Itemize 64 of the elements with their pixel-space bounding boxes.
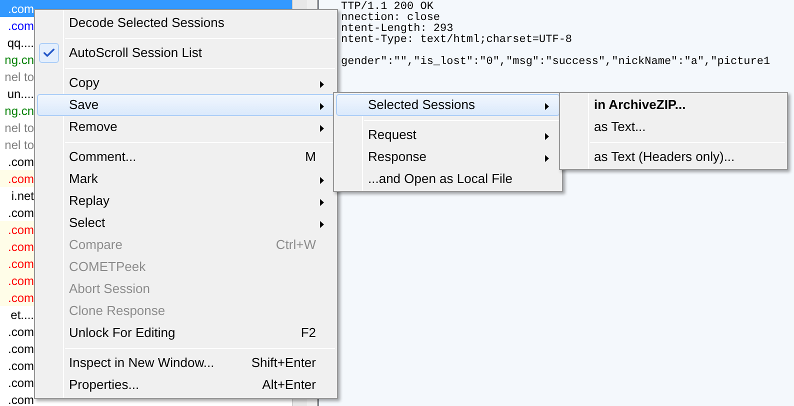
shortcut-label: M (305, 148, 316, 166)
menu-item-label: Inspect in New Window... (69, 354, 216, 372)
menu-item[interactable]: Replay (37, 190, 335, 212)
host-cell-text: .com (6, 290, 34, 306)
menu-item-label: Copy (69, 74, 100, 92)
menu-item[interactable]: Unlock For Editing F2 (37, 322, 335, 344)
menu-item-label: Decode Selected Sessions (69, 14, 226, 32)
menu-item[interactable]: ...and Open as Local File (336, 168, 560, 190)
menu-item-label: Response (368, 148, 428, 166)
host-cell-text: .com (6, 204, 34, 222)
menu-item[interactable]: AutoScroll Session List (37, 42, 335, 64)
menu-item-label: AutoScroll Session List (69, 44, 203, 62)
menu-item-label: Select (69, 214, 106, 232)
shortcut-label: Ctrl+W (276, 236, 316, 254)
menu-item-label: as Text (Headers only)... (594, 148, 736, 166)
menu-item-label: Remove (69, 118, 118, 136)
menu-item[interactable]: Properties... Alt+Enter (37, 374, 335, 396)
menu-item-label: Unlock For Editing (69, 324, 176, 342)
menu-item-label: Comment... (69, 148, 138, 166)
menu-item-label: ...and Open as Local File (368, 170, 514, 188)
shortcut-label: Shift+Enter (251, 354, 316, 372)
shortcut-label: Alt+Enter (262, 376, 316, 394)
menu-item-label: Clone Response (69, 302, 166, 320)
menu-item-label: Mark (69, 170, 99, 188)
menu-item-label: Request (368, 126, 418, 144)
host-cell-text: qq.... (6, 34, 34, 52)
host-cell-text: .com (6, 238, 34, 256)
shortcut-label: F2 (300, 324, 316, 342)
host-cell-text: un.... (6, 86, 34, 102)
response-header-line: ntent-Length: 293 (341, 24, 454, 35)
host-cell-text: .com (6, 256, 34, 272)
menu-item-label: Selected Sessions (368, 96, 476, 114)
menu-item-label: Properties... (69, 376, 140, 394)
menu-item[interactable]: Request (336, 124, 560, 146)
response-header-line: ntent-Type: text/html;charset=UTF-8 (341, 35, 572, 46)
menu-item[interactable]: Copy (37, 72, 335, 94)
menu-item[interactable]: Select (37, 212, 335, 234)
menu-item[interactable]: in ArchiveZIP... (562, 94, 785, 116)
menu-item[interactable]: Mark (37, 168, 335, 190)
menu-item[interactable]: Save (37, 94, 335, 116)
response-header-line: nnection: close (341, 13, 440, 24)
menu-item-label: Compare (69, 236, 124, 254)
menu-item[interactable]: Response (336, 146, 560, 168)
host-cell-text: .com (6, 272, 34, 290)
menu-item-label: Abort Session (69, 280, 151, 298)
host-cell-text: .com (6, 222, 34, 238)
menu-item-label: in ArchiveZIP... (594, 96, 687, 114)
menu-item-label: COMETPeek (69, 258, 147, 276)
host-cell-text: .com (6, 392, 34, 406)
menu-item[interactable]: Selected Sessions (336, 94, 560, 116)
menu-item-label: Replay (69, 192, 110, 210)
response-header-line: TTP/1.1 200 OK (341, 2, 434, 13)
menu-item[interactable]: Remove (37, 116, 335, 138)
menu-item-label: as Text... (594, 118, 647, 136)
response-body-text: gender":"","is_lost":"0","msg":"success","nickName":"a","picture1 (341, 57, 770, 68)
menu-item[interactable]: as Text (Headers only)... (562, 146, 785, 168)
host-cell-text: .com (6, 340, 34, 358)
menu-item-label: Save (69, 96, 100, 114)
host-cell-text: nel to (4, 136, 34, 154)
menu-item[interactable]: Comment... M (37, 146, 335, 168)
host-cell-text: .com (6, 170, 34, 188)
host-cell-text: .com (6, 0, 34, 18)
menu-item[interactable]: Inspect in New Window... Shift+Enter (37, 352, 335, 374)
menu-item[interactable]: as Text... (562, 116, 785, 138)
